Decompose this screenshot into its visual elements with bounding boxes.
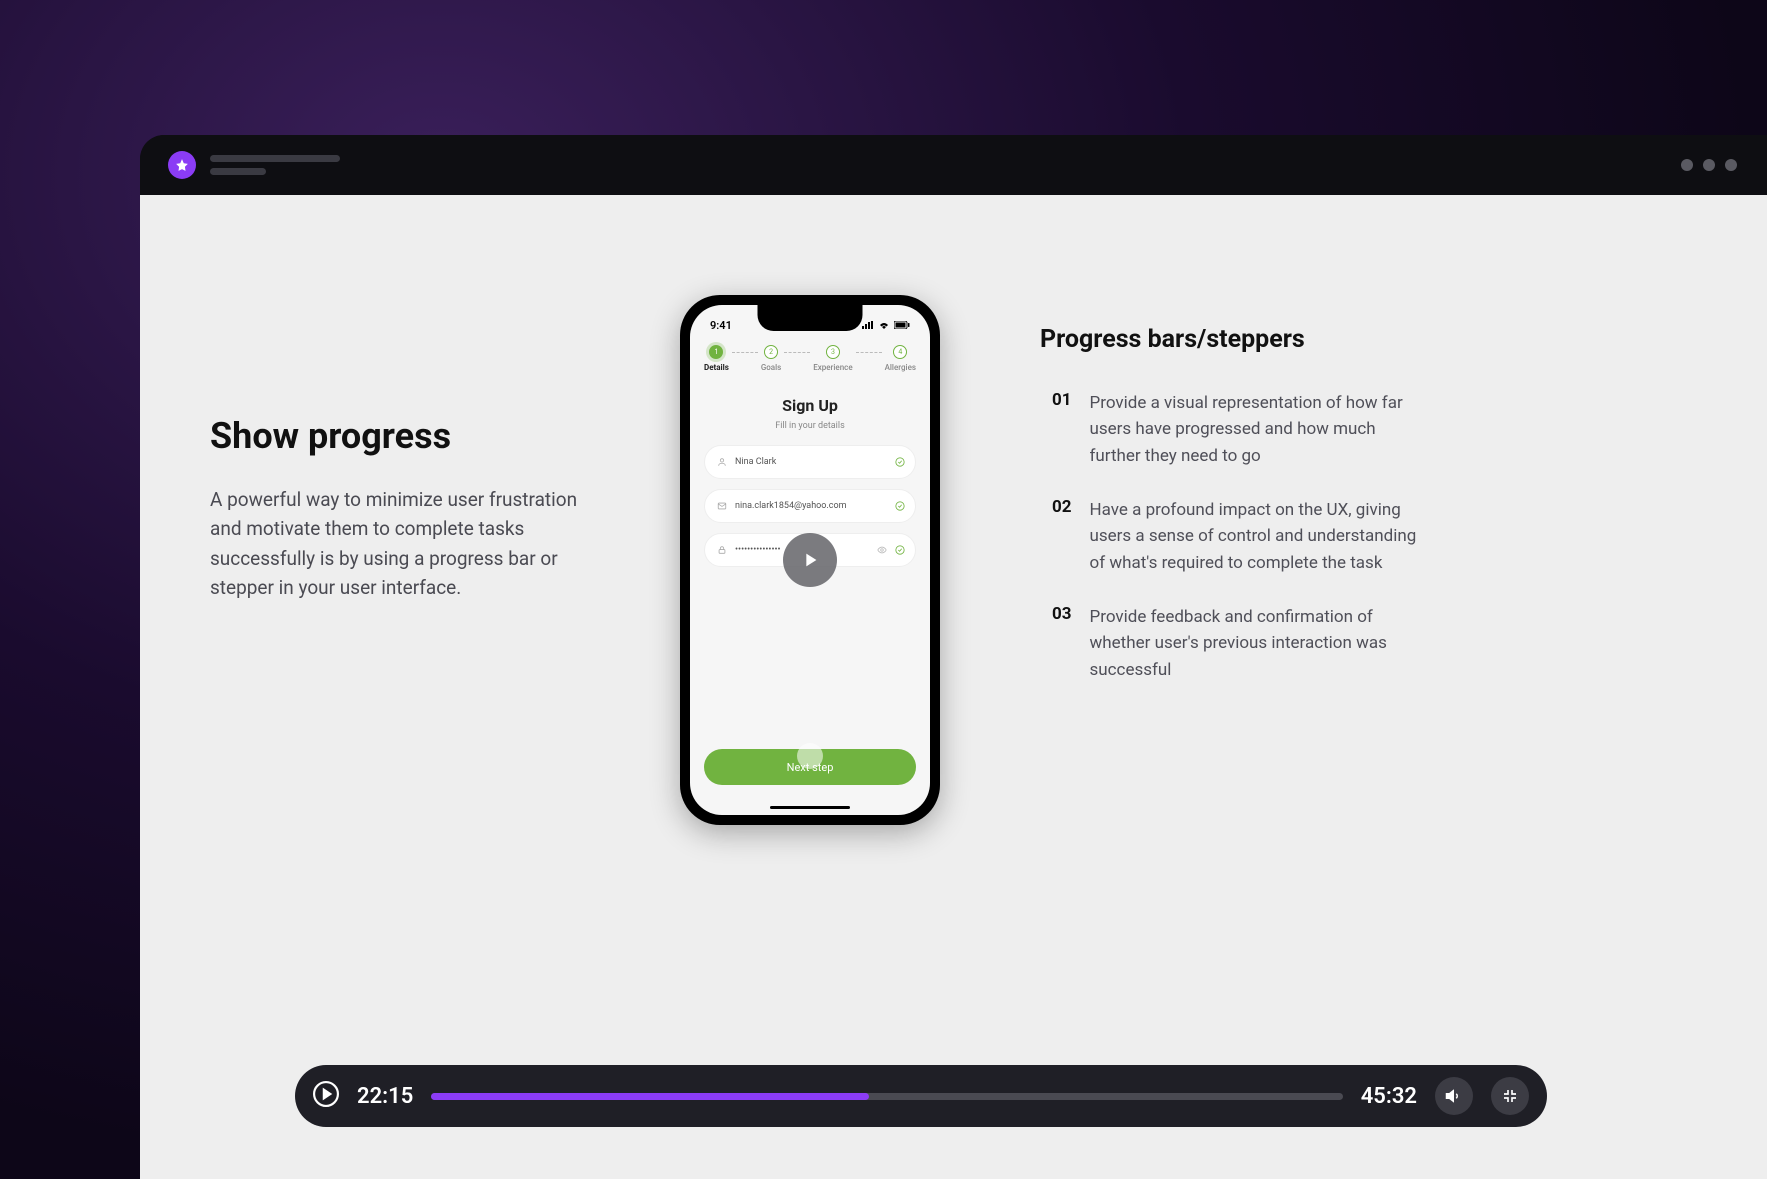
- point-text-2: Have a profound impact on the UX, giving…: [1090, 497, 1420, 576]
- phone-status-icons: [862, 321, 910, 329]
- password-value: •••••••••••••••: [735, 545, 781, 555]
- play-icon: [313, 1081, 339, 1107]
- point-2: 02 Have a profound impact on the UX, giv…: [1052, 497, 1697, 576]
- signup-title: Sign Up: [690, 396, 930, 415]
- total-time: 45:32: [1361, 1084, 1417, 1109]
- video-controls: 22:15 45:32: [295, 1065, 1547, 1127]
- stepper: 1 Details 2 Goals 3 Experience: [690, 337, 930, 376]
- signup-subtitle: Fill in your details: [690, 421, 930, 431]
- phone-time: 9:41: [710, 319, 732, 332]
- name-field[interactable]: Nina Clark: [704, 445, 916, 479]
- browser-header: [140, 135, 1767, 195]
- page-description: A powerful way to minimize user frustrat…: [210, 485, 580, 603]
- current-time: 22:15: [357, 1084, 413, 1109]
- home-indicator: [770, 806, 850, 809]
- phone-mockup-column: 9:41 1 Details: [650, 295, 970, 825]
- next-step-button[interactable]: Next step: [704, 749, 916, 785]
- volume-button[interactable]: [1435, 1077, 1473, 1115]
- step-label-3: Experience: [813, 363, 852, 372]
- signal-icon: [862, 321, 874, 329]
- point-num-1: 01: [1052, 390, 1072, 469]
- video-play-overlay[interactable]: [783, 533, 837, 587]
- point-1: 01 Provide a visual representation of ho…: [1052, 390, 1697, 469]
- step-label-4: Allergies: [885, 363, 916, 372]
- check-icon: [895, 545, 905, 555]
- left-column: Show progress A powerful way to minimize…: [210, 295, 580, 603]
- minimize-icon: [1502, 1088, 1518, 1104]
- app-logo: [168, 151, 196, 179]
- video-progress-track[interactable]: [431, 1093, 1342, 1100]
- header-placeholder-lines: [210, 155, 340, 175]
- step-circle-1: 1: [709, 345, 723, 359]
- play-icon: [799, 549, 821, 571]
- step-circle-2: 2: [764, 345, 778, 359]
- phone-frame: 9:41 1 Details: [680, 295, 940, 825]
- fullscreen-exit-button[interactable]: [1491, 1077, 1529, 1115]
- step-label-2: Goals: [761, 363, 781, 372]
- email-field[interactable]: nina.clark1854@yahoo.com: [704, 489, 916, 523]
- point-text-1: Provide a visual representation of how f…: [1090, 390, 1420, 469]
- browser-window: Show progress A powerful way to minimize…: [140, 135, 1767, 1179]
- touch-indicator: [797, 743, 823, 769]
- battery-icon: [894, 321, 910, 329]
- step-circle-3: 3: [826, 345, 840, 359]
- point-num-2: 02: [1052, 497, 1072, 576]
- mail-icon: [717, 501, 727, 511]
- lock-icon: [717, 545, 727, 555]
- point-text-3: Provide feedback and confirmation of whe…: [1090, 604, 1420, 683]
- name-value: Nina Clark: [735, 457, 776, 467]
- user-icon: [717, 457, 727, 467]
- right-title: Progress bars/steppers: [1040, 325, 1697, 354]
- point-num-3: 03: [1052, 604, 1072, 683]
- page-title: Show progress: [210, 415, 580, 457]
- right-column: Progress bars/steppers 01 Provide a visu…: [1040, 295, 1697, 683]
- volume-icon: [1445, 1087, 1463, 1105]
- browser-content: Show progress A powerful way to minimize…: [140, 195, 1767, 1179]
- eye-icon[interactable]: [877, 545, 887, 555]
- window-controls[interactable]: [1681, 159, 1737, 171]
- email-value: nina.clark1854@yahoo.com: [735, 501, 847, 511]
- play-button[interactable]: [313, 1081, 339, 1111]
- video-progress-fill: [431, 1093, 868, 1100]
- point-3: 03 Provide feedback and confirmation of …: [1052, 604, 1697, 683]
- step-label-1: Details: [704, 363, 729, 372]
- step-circle-4: 4: [893, 345, 907, 359]
- check-icon: [895, 457, 905, 467]
- check-icon: [895, 501, 905, 511]
- phone-notch: [758, 305, 863, 331]
- wifi-icon: [878, 321, 890, 329]
